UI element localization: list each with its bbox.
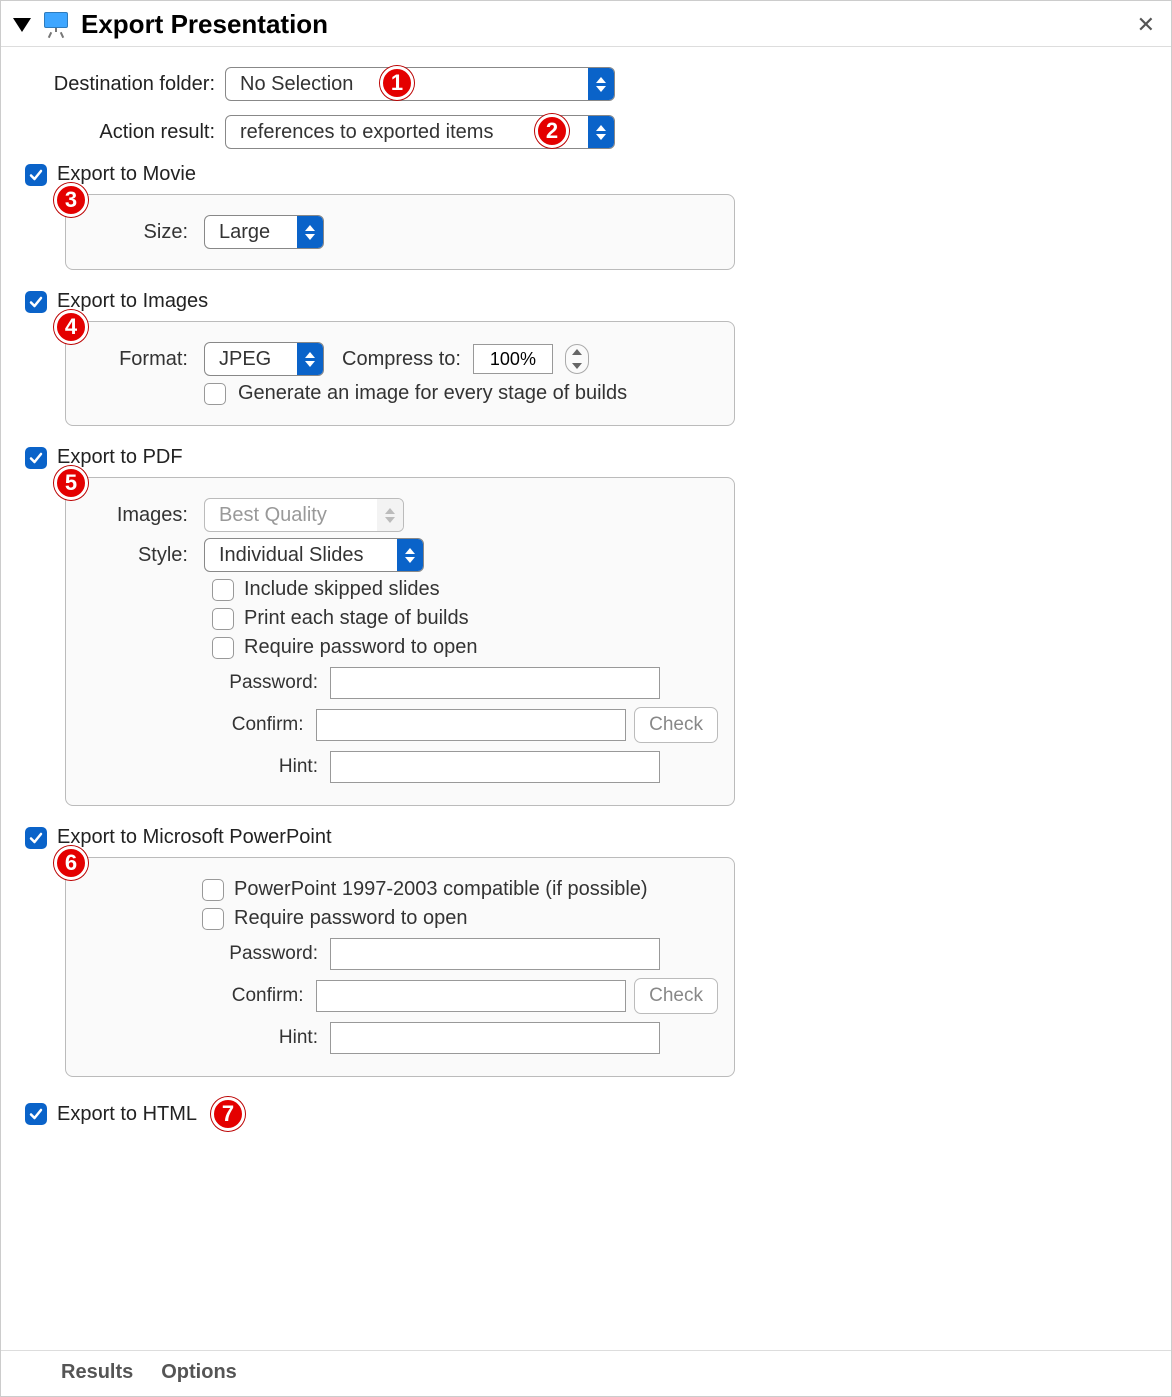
pdf-password-label: Password: [82, 672, 322, 694]
callout-3: 3 [54, 183, 88, 217]
popup-arrows-icon [588, 116, 614, 148]
pdf-images-popup[interactable]: Best Quality [204, 498, 404, 532]
movie-size-value: Large [205, 221, 284, 244]
export-pdf-checkbox[interactable] [25, 447, 47, 469]
export-presentation-window: Export Presentation ✕ Destination folder… [0, 0, 1172, 1397]
pdf-check-button[interactable]: Check [634, 707, 718, 743]
ppt-password-label: Password: [82, 943, 322, 965]
popup-arrows-icon [297, 343, 323, 375]
popup-arrows-icon [397, 539, 423, 571]
callout-1: 1 [380, 66, 414, 100]
close-icon[interactable]: ✕ [1133, 12, 1159, 38]
callout-4: 4 [54, 310, 88, 344]
popup-arrows-icon [297, 216, 323, 248]
compress-label: Compress to: [342, 348, 461, 371]
compress-input[interactable] [473, 344, 553, 374]
pdf-require-checkbox[interactable] [212, 637, 234, 659]
export-images-label: Export to Images [57, 290, 208, 313]
export-movie-label: Export to Movie [57, 163, 196, 186]
ppt-group: 6 PowerPoint 1997-2003 compatible (if po… [65, 857, 735, 1077]
movie-group: 3 Size: Large [65, 194, 735, 270]
ppt-confirm-label: Confirm: [82, 985, 308, 1007]
action-result-label: Action result: [25, 121, 225, 144]
pdf-style-popup[interactable]: Individual Slides [204, 538, 424, 572]
export-images-check-row: Export to Images [25, 290, 1147, 313]
results-tab[interactable]: Results [61, 1361, 133, 1384]
pdf-images-label: Images: [82, 504, 192, 527]
movie-size-label: Size: [82, 221, 192, 244]
ppt-compat-checkbox[interactable] [202, 879, 224, 901]
action-result-value: references to exported items [226, 121, 507, 144]
callout-2: 2 [535, 114, 569, 148]
pdf-hint-label: Hint: [82, 756, 322, 778]
export-ppt-check-row: Export to Microsoft PowerPoint [25, 826, 1147, 849]
pdf-skipped-label: Include skipped slides [244, 578, 440, 601]
images-format-value: JPEG [205, 348, 285, 371]
movie-size-popup[interactable]: Large [204, 215, 324, 249]
export-images-checkbox[interactable] [25, 291, 47, 313]
keynote-icon [41, 12, 71, 38]
pdf-stages-checkbox[interactable] [212, 608, 234, 630]
titlebar: Export Presentation ✕ [1, 1, 1171, 47]
ppt-hint-input[interactable] [330, 1022, 660, 1054]
window-title: Export Presentation [81, 9, 328, 40]
pdf-skipped-checkbox[interactable] [212, 579, 234, 601]
images-format-label: Format: [82, 348, 192, 371]
ppt-compat-label: PowerPoint 1997-2003 compatible (if poss… [234, 878, 648, 901]
options-tab[interactable]: Options [161, 1361, 237, 1384]
images-builds-checkbox[interactable] [204, 383, 226, 405]
disclosure-triangle-icon[interactable] [13, 18, 31, 32]
destination-value: No Selection [226, 73, 367, 96]
export-html-checkbox[interactable] [25, 1103, 47, 1125]
callout-7: 7 [211, 1097, 245, 1131]
pdf-style-label: Style: [82, 544, 192, 567]
footer-tabs: Results Options [1, 1350, 1171, 1396]
ppt-check-button[interactable]: Check [634, 978, 718, 1014]
destination-label: Destination folder: [25, 73, 225, 96]
content-area: Destination folder: No Selection 1 Actio… [1, 47, 1171, 1131]
export-movie-check-row: Export to Movie [25, 163, 1147, 186]
ppt-require-label: Require password to open [234, 907, 467, 930]
pdf-confirm-label: Confirm: [82, 714, 308, 736]
stepper-up-icon[interactable] [566, 345, 588, 359]
stepper-down-icon[interactable] [566, 359, 588, 373]
pdf-confirm-input[interactable] [316, 709, 627, 741]
callout-5: 5 [54, 466, 88, 500]
pdf-stages-label: Print each stage of builds [244, 607, 469, 630]
popup-arrows-icon [588, 68, 614, 100]
export-pdf-check-row: Export to PDF [25, 446, 1147, 469]
destination-popup[interactable]: No Selection [225, 67, 615, 101]
action-result-row: Action result: references to exported it… [25, 115, 1147, 149]
export-ppt-checkbox[interactable] [25, 827, 47, 849]
compress-stepper[interactable] [565, 344, 589, 374]
destination-row: Destination folder: No Selection 1 [25, 67, 1147, 101]
images-builds-label: Generate an image for every stage of bui… [238, 382, 627, 405]
export-pdf-label: Export to PDF [57, 446, 183, 469]
ppt-password-input[interactable] [330, 938, 660, 970]
callout-6: 6 [54, 846, 88, 880]
popup-arrows-icon [377, 499, 403, 531]
pdf-style-value: Individual Slides [205, 544, 378, 567]
export-html-check-row: Export to HTML 7 [25, 1097, 1147, 1131]
ppt-confirm-input[interactable] [316, 980, 627, 1012]
export-ppt-label: Export to Microsoft PowerPoint [57, 826, 332, 849]
images-format-popup[interactable]: JPEG [204, 342, 324, 376]
pdf-hint-input[interactable] [330, 751, 660, 783]
ppt-require-checkbox[interactable] [202, 908, 224, 930]
pdf-require-label: Require password to open [244, 636, 477, 659]
export-html-label: Export to HTML [57, 1103, 197, 1126]
pdf-password-input[interactable] [330, 667, 660, 699]
images-group: 4 Format: JPEG Compress to: Generate an … [65, 321, 735, 426]
pdf-group: 5 Images: Best Quality Style: Individual… [65, 477, 735, 806]
pdf-images-value: Best Quality [205, 504, 341, 527]
export-movie-checkbox[interactable] [25, 164, 47, 186]
ppt-hint-label: Hint: [82, 1027, 322, 1049]
